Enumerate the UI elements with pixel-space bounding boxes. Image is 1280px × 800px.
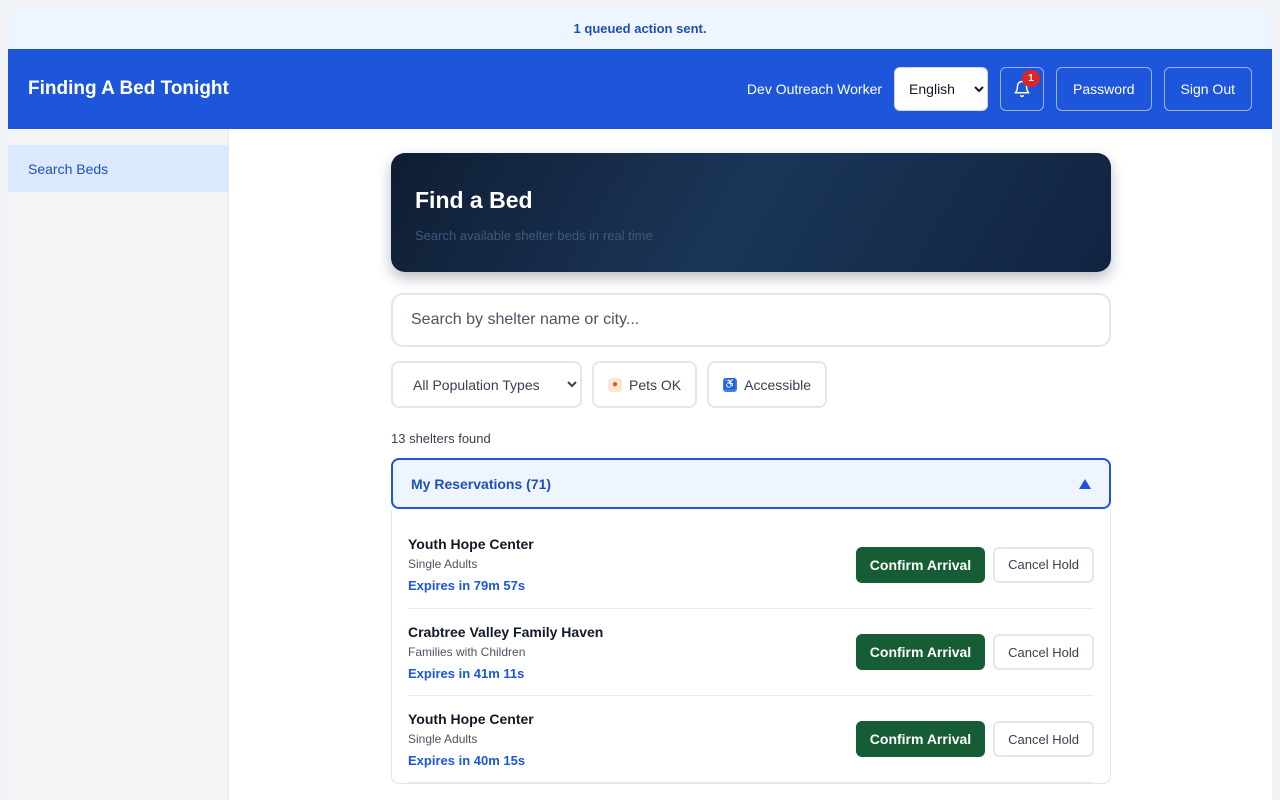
hero-card: Find a Bed Search available shelter beds… (391, 153, 1111, 272)
reservation-expiry: Expires in 40m 15s (408, 752, 526, 768)
app-header: Finding A Bed Tonight Dev Outreach Worke… (8, 49, 1272, 129)
reservation-info: Youth Hope Center Single Adults Expires … (408, 536, 856, 593)
sidebar-item-search-beds[interactable]: Search Beds (8, 145, 228, 192)
password-button[interactable]: Password (1056, 67, 1152, 111)
filter-bar: All Population Types ● Pets OK ♿ Accessi… (391, 361, 1111, 408)
accessible-label: Accessible (744, 376, 812, 393)
reservation-info: Crabtree Valley Family Haven Families wi… (408, 624, 856, 681)
language-select[interactable]: English (894, 67, 989, 111)
collapse-arrow-icon (1079, 478, 1091, 489)
search-box (391, 293, 1111, 347)
cancel-hold-button[interactable]: Cancel Hold (993, 634, 1094, 670)
reservation-population: Families with Children (408, 644, 526, 659)
app-frame: 1 queued action sent. Finding A Bed Toni… (8, 8, 1272, 800)
pets-ok-filter[interactable]: ● Pets OK (592, 361, 698, 408)
reservations-list: Youth Hope Center Single Adults Expires … (391, 509, 1111, 784)
confirm-arrival-button[interactable]: Confirm Arrival (855, 634, 986, 670)
reservation-expiry: Expires in 41m 11s (408, 665, 525, 681)
reservation-row: Youth Hope Center Single Adults Expires … (408, 509, 1094, 609)
page-layout: Search Beds Find a Bed Search available … (8, 129, 1272, 800)
header-actions: Dev Outreach Worker English 1 Password S… (747, 67, 1252, 111)
notifications-button[interactable]: 1 (1000, 67, 1045, 111)
cancel-hold-button[interactable]: Cancel Hold (993, 721, 1094, 757)
reservation-shelter-name: Crabtree Valley Family Haven (408, 623, 604, 640)
reservation-population: Single Adults (408, 557, 478, 571)
results-count: 13 shelters found (391, 431, 491, 446)
paw-icon: ● (608, 377, 622, 392)
wheelchair-icon: ♿ (723, 377, 738, 392)
reservation-row: Crabtree Valley Family Haven Families wi… (408, 609, 1094, 696)
main-content: Find a Bed Search available shelter beds… (229, 129, 1272, 800)
reservation-row: Youth Hope Center Single Adults Expires … (408, 696, 1094, 783)
sync-banner-text: 1 queued action sent. (573, 21, 707, 36)
notification-count-badge: 1 (1022, 70, 1041, 87)
app-title: Finding A Bed Tonight (28, 78, 229, 99)
confirm-arrival-button[interactable]: Confirm Arrival (855, 546, 986, 583)
pets-ok-label: Pets OK (629, 376, 682, 393)
sidebar-item-label: Search Beds (28, 160, 109, 177)
my-reservations-label: My Reservations (71) (411, 475, 552, 492)
cancel-hold-button[interactable]: Cancel Hold (993, 546, 1094, 583)
my-reservations-toggle[interactable]: My Reservations (71) (391, 458, 1111, 509)
search-input[interactable] (411, 311, 1091, 329)
accessible-filter[interactable]: ♿ Accessible (707, 361, 828, 408)
sync-banner: 1 queued action sent. (8, 8, 1272, 49)
page-title: Find a Bed (415, 187, 533, 213)
population-type-select[interactable]: All Population Types (391, 361, 582, 408)
reservation-info: Youth Hope Center Single Adults Expires … (408, 711, 856, 768)
reservation-population: Single Adults (408, 731, 478, 746)
page-subtitle: Search available shelter beds in real ti… (415, 228, 653, 243)
confirm-arrival-button[interactable]: Confirm Arrival (855, 721, 986, 757)
user-name: Dev Outreach Worker (746, 81, 883, 97)
reservation-shelter-name: Youth Hope Center (408, 710, 534, 727)
reservation-shelter-name: Youth Hope Center (408, 536, 534, 552)
sign-out-button[interactable]: Sign Out (1163, 67, 1252, 111)
content-column: Find a Bed Search available shelter beds… (391, 153, 1111, 784)
reservation-expiry: Expires in 79m 57s (408, 578, 526, 593)
sidebar: Search Beds (8, 129, 229, 800)
